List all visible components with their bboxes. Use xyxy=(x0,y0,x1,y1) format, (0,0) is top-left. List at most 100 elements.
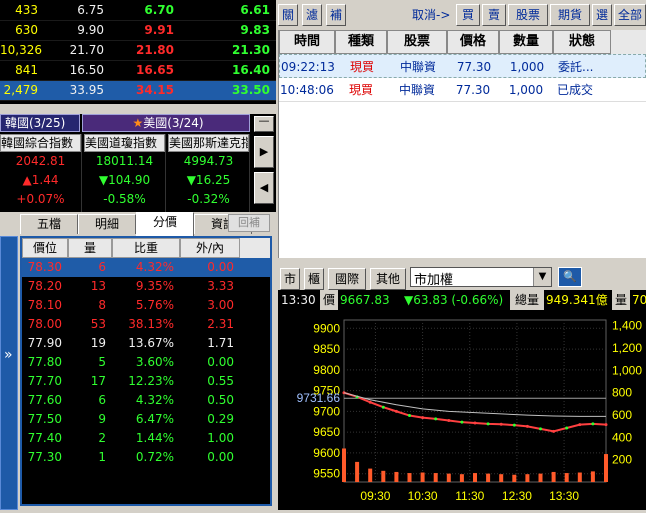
order-header[interactable]: 時間 xyxy=(279,30,335,54)
quote-row[interactable]: 433 6.75 6.70 6.61 xyxy=(0,0,276,21)
tab-details[interactable]: 明細 xyxy=(78,214,136,234)
plot-frame xyxy=(343,319,607,483)
order-row[interactable]: 09:22:13 現買 中聯資 77.30 1,000 委託... xyxy=(279,54,646,78)
market-index-value: 2042.81 xyxy=(15,154,66,168)
depth-row[interactable]: 77.90 19 13.67% 1.71 xyxy=(22,334,270,353)
order-header[interactable]: 數量 xyxy=(499,30,553,54)
market-index-pct: -0.58% xyxy=(103,192,146,206)
quote-bid: 9.91 xyxy=(110,20,180,41)
depth-header[interactable]: 外/內 xyxy=(180,238,240,258)
chart-time: 13:30 xyxy=(281,293,316,307)
market-twse-button[interactable]: 市 xyxy=(280,268,300,290)
quote-row[interactable]: 10,326 21.70 21.80 21.30 xyxy=(0,40,276,61)
order-header[interactable]: 價格 xyxy=(447,30,499,54)
filter-button[interactable]: 濾 xyxy=(302,4,322,26)
depth-row[interactable]: 77.70 17 12.23% 0.55 xyxy=(22,372,270,391)
index-point xyxy=(525,424,529,428)
depth-row[interactable]: 78.00 53 38.13% 2.31 xyxy=(22,315,270,334)
select-button[interactable]: 選 xyxy=(592,4,612,26)
order-qty: 1,000 xyxy=(509,60,545,74)
quote-row[interactable]: 630 9.90 9.91 9.83 xyxy=(0,20,276,41)
order-header[interactable]: 狀態 xyxy=(553,30,611,54)
order-time: 10:48:06 xyxy=(280,83,334,97)
market-index-name: 韓國綜合指數 xyxy=(0,134,81,152)
refill-button[interactable]: 回補 xyxy=(228,214,270,232)
depth-row[interactable]: 77.60 6 4.32% 0.50 xyxy=(22,391,270,410)
price-label: 價 xyxy=(320,290,338,310)
order-kind: 現買 xyxy=(348,83,373,97)
order-time: 09:22:13 xyxy=(281,60,335,74)
depth-pct: 9.35% xyxy=(135,279,174,293)
depth-row[interactable]: 77.80 5 3.60% 0.00 xyxy=(22,353,270,372)
index-point xyxy=(539,427,542,431)
volume-bar xyxy=(420,472,425,482)
scroll-up-button[interactable]: — xyxy=(254,115,274,132)
depth-ratio: 2.31 xyxy=(207,317,234,331)
order-row[interactable]: 10:48:06 現買 中聯資 77.30 1,000 已成交 xyxy=(279,78,646,102)
market-index[interactable]: 韓國綜合指數 2042.81 ▲1.44 +0.07% xyxy=(0,134,82,212)
depth-row[interactable]: 78.10 8 5.76% 3.00 xyxy=(22,296,270,315)
market-index[interactable]: 美國道瓊指數 18011.14 ▼104.90 -0.58% xyxy=(84,134,166,212)
scroll-right-button[interactable]: ▶ xyxy=(254,136,274,168)
depth-ratio: 3.33 xyxy=(207,279,234,293)
index-point xyxy=(408,414,411,418)
y2-tick-label: 400 xyxy=(612,430,632,444)
order-price: 77.30 xyxy=(455,83,491,97)
index-select[interactable]: 市加權 ▼ xyxy=(410,267,552,288)
depth-price: 77.40 xyxy=(27,431,62,445)
depth-price: 78.10 xyxy=(27,298,62,312)
depth-price: 77.80 xyxy=(27,355,62,369)
close-button[interactable]: 關 xyxy=(278,4,298,26)
tab-price-distribution[interactable]: 分價 xyxy=(136,212,194,236)
depth-header[interactable]: 比重 xyxy=(112,238,180,258)
market-index-change: ▲1.44 xyxy=(22,173,59,187)
depth-row[interactable]: 77.50 9 6.47% 0.29 xyxy=(22,410,270,429)
volume-bar xyxy=(473,473,477,482)
volume-bar xyxy=(381,470,386,482)
all-button[interactable]: 全部 xyxy=(614,4,646,26)
chart-volume: 949.341億 xyxy=(546,293,608,307)
y2-tick-label: 1,200 xyxy=(612,341,642,355)
stock-filter-button[interactable]: 股票 xyxy=(508,4,548,26)
order-header[interactable]: 股票 xyxy=(387,30,447,54)
futures-filter-button[interactable]: 期貨 xyxy=(550,4,590,26)
refill-order-button[interactable]: 補 xyxy=(326,4,346,26)
market-index-value: 18011.14 xyxy=(95,154,154,168)
index-point xyxy=(473,421,477,425)
depth-header[interactable]: 量 xyxy=(68,238,112,258)
chevron-down-icon[interactable]: ▼ xyxy=(533,268,551,286)
tab-us-market[interactable]: ★美國(3/24) xyxy=(82,114,250,132)
market-index[interactable]: 美國那斯達克指數 4994.73 ▼16.25 -0.32% xyxy=(168,134,250,212)
depth-row[interactable]: 77.30 1 0.72% 0.00 xyxy=(22,448,270,467)
index-point xyxy=(552,429,556,433)
market-other-button[interactable]: 其他 xyxy=(370,268,406,290)
depth-row[interactable]: 78.20 13 9.35% 3.33 xyxy=(22,277,270,296)
market-intl-button[interactable]: 國際 xyxy=(328,268,366,290)
depth-header[interactable]: 價位 xyxy=(22,238,68,258)
order-header[interactable]: 種類 xyxy=(335,30,387,54)
depth-qty: 6 xyxy=(98,260,106,274)
double-chevron-right-icon: » xyxy=(4,347,13,363)
scroll-left-button[interactable]: ◀ xyxy=(254,172,274,204)
tab-five-level[interactable]: 五檔 xyxy=(20,214,78,234)
expand-panel-button[interactable]: » xyxy=(0,236,18,510)
buy-filter-button[interactable]: 買 xyxy=(456,4,480,26)
depth-price: 77.70 xyxy=(27,374,62,388)
quote-row[interactable]: 2,479 33.95 34.15 33.50 xyxy=(0,80,276,101)
depth-row[interactable]: 78.30 6 4.32% 0.00 xyxy=(22,258,270,277)
index-point xyxy=(565,426,569,430)
tab-korea-market[interactable]: 韓國(3/25) xyxy=(0,114,80,132)
order-qty: 1,000 xyxy=(508,83,544,97)
cancel-link[interactable]: 取消-> xyxy=(412,4,450,26)
y-tick-label: 9600 xyxy=(313,446,340,460)
y-tick-label: 9850 xyxy=(313,342,340,356)
search-button[interactable]: 🔍 xyxy=(558,267,582,287)
volume-label: 總量 xyxy=(510,290,544,310)
index-point xyxy=(499,422,503,426)
quote-ref: 16.50 xyxy=(44,60,110,81)
depth-row[interactable]: 77.40 2 1.44% 1.00 xyxy=(22,429,270,448)
sell-filter-button[interactable]: 賣 xyxy=(482,4,506,26)
market-otc-button[interactable]: 櫃 xyxy=(304,268,324,290)
quote-row[interactable]: 841 16.50 16.65 16.40 xyxy=(0,60,276,81)
quote-ref: 9.90 xyxy=(44,20,110,41)
